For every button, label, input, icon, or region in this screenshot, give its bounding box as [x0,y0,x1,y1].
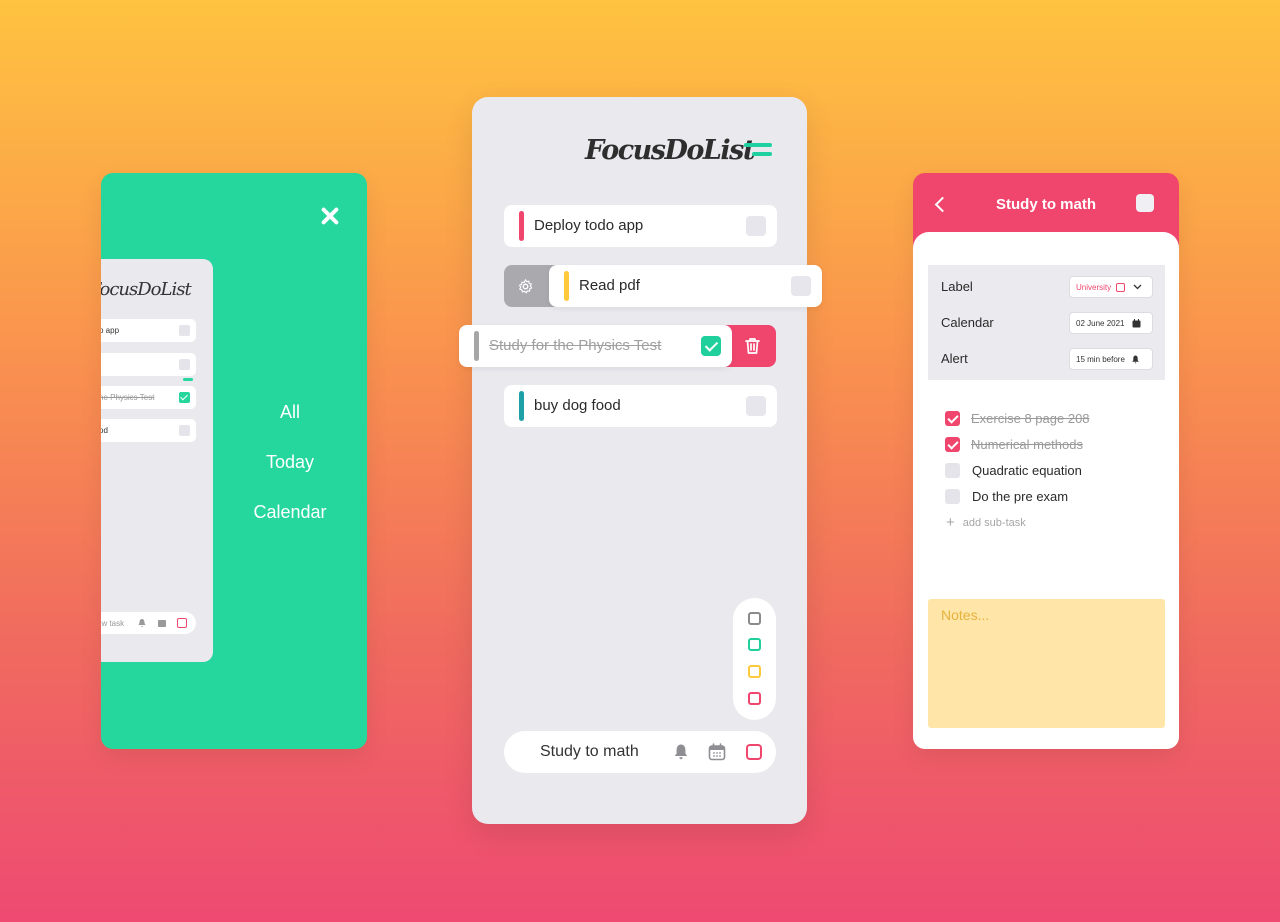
task-color-bar [519,391,524,421]
plus-icon: + [946,514,955,531]
task-title: Read pdf [579,277,640,294]
task-checkbox[interactable] [746,216,766,236]
add-subtask-label: add sub-task [962,517,1026,529]
task-title: Deploy todo app [534,217,644,234]
chevron-down-icon [1133,284,1142,290]
task-item[interactable]: buy dog food [504,385,777,427]
hamburger-icon [744,143,772,147]
alert-field-title: Alert [941,351,968,366]
subtask-title: Quadratic equation [972,463,1082,478]
task-color-bar [564,271,569,301]
mini-calendar-icon [158,620,166,627]
menu-item-all[interactable]: All [221,402,359,423]
calendar-field-title: Calendar [941,315,994,330]
mini-list-preview[interactable]: FocusDoList o app he Physics Test od ew … [101,259,213,662]
trash-icon [745,338,760,354]
task-title: buy dog food [534,397,621,414]
label-select[interactable]: University [1069,276,1153,298]
task-checkbox[interactable] [701,336,721,356]
detail-card: Label University Calendar 02 June 2021 A… [913,232,1179,749]
bell-icon [1132,355,1139,364]
gear-icon [518,279,533,294]
mini-task-item: od [101,419,196,442]
mini-task-checkbox [179,359,190,370]
color-option-gray[interactable] [748,612,761,625]
mini-bell-icon [138,619,146,628]
mini-task-title: od [101,426,108,435]
menu-screen: FocusDoList o app he Physics Test od ew … [101,173,367,749]
mini-task-checkbox [179,392,190,403]
mini-new-task-bar: ew task [101,612,196,634]
notes-field[interactable]: Notes... [928,599,1165,728]
calendar-date-picker[interactable]: 02 June 2021 [1069,312,1153,334]
calendar-date-value: 02 June 2021 [1076,318,1125,328]
color-picker [733,598,776,720]
mini-hamburger-icon-line [183,378,193,381]
task-properties: Label University Calendar 02 June 2021 A… [928,265,1165,380]
subtask-checkbox[interactable] [945,411,960,426]
menu-item-calendar[interactable]: Calendar [221,502,359,523]
alert-value: 15 min before [1076,354,1125,364]
task-checkbox[interactable] [746,396,766,416]
mini-new-task-placeholder: ew task [101,619,125,628]
mini-app-logo: FocusDoList [101,279,192,300]
color-option-green[interactable] [748,638,761,651]
hamburger-icon-line [752,152,772,156]
color-option-yellow[interactable] [748,665,761,678]
task-checkbox[interactable] [791,276,811,296]
bell-icon[interactable] [672,743,690,761]
mini-task-item: o app [101,319,196,342]
mini-task-checkbox [179,325,190,336]
detail-complete-checkbox[interactable] [1136,194,1154,212]
color-square-button[interactable] [746,744,762,760]
subtask-title: Do the pre exam [972,489,1069,504]
app-logo: FocusDoList [585,135,755,166]
calendar-icon [1132,318,1140,327]
label-field-title: Label [941,279,973,294]
close-icon[interactable] [317,203,343,229]
calendar-icon[interactable] [708,743,726,761]
new-task-bar: Study to math [504,731,776,773]
task-color-bar [474,331,479,361]
task-item[interactable]: Study for the Physics Test [459,325,732,367]
notes-placeholder: Notes... [941,607,990,623]
color-option-pink[interactable] [748,692,761,705]
hamburger-menu-button[interactable] [744,143,774,161]
subtask-checkbox[interactable] [945,437,960,452]
mini-color-square-icon [177,618,187,628]
subtask-checkbox[interactable] [945,463,960,478]
label-color-square-icon [1116,282,1126,292]
new-task-input[interactable]: Study to math [540,743,639,761]
task-item[interactable]: Read pdf [549,265,822,307]
subtask-title: Exercise 8 page 208 [971,411,1090,426]
mini-task-checkbox [179,425,190,436]
mini-task-title: he Physics Test [101,393,155,402]
menu-item-today[interactable]: Today [221,452,359,473]
task-title: Study for the Physics Test [489,337,662,354]
add-subtask-button[interactable]: + add sub-task [946,514,1026,531]
subtask-title: Numerical methods [971,437,1083,452]
label-select-value: University [1076,282,1112,292]
task-detail-screen: Study to math Label University Calendar … [913,173,1179,749]
task-color-bar [519,211,524,241]
subtask-checkbox[interactable] [945,489,960,504]
mini-task-item [101,353,196,376]
mini-task-title: o app [101,326,120,335]
mini-task-item: he Physics Test [101,386,196,409]
task-item[interactable]: Deploy todo app [504,205,777,247]
alert-select[interactable]: 15 min before [1069,348,1153,370]
